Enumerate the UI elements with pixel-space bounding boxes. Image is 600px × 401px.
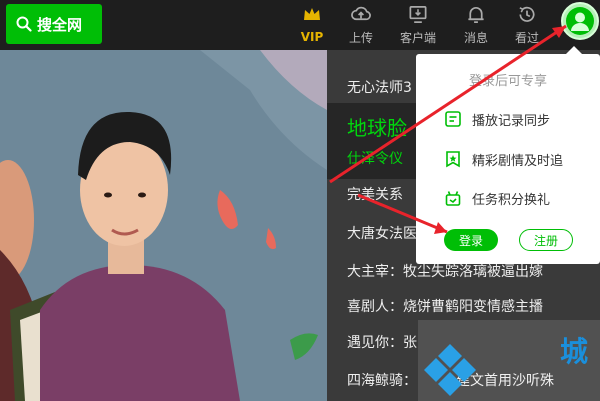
watermark-text: 城 bbox=[560, 335, 589, 368]
arrow-to-avatar bbox=[329, 24, 567, 184]
arrow-to-login bbox=[357, 193, 448, 234]
arrow-head bbox=[552, 26, 566, 38]
